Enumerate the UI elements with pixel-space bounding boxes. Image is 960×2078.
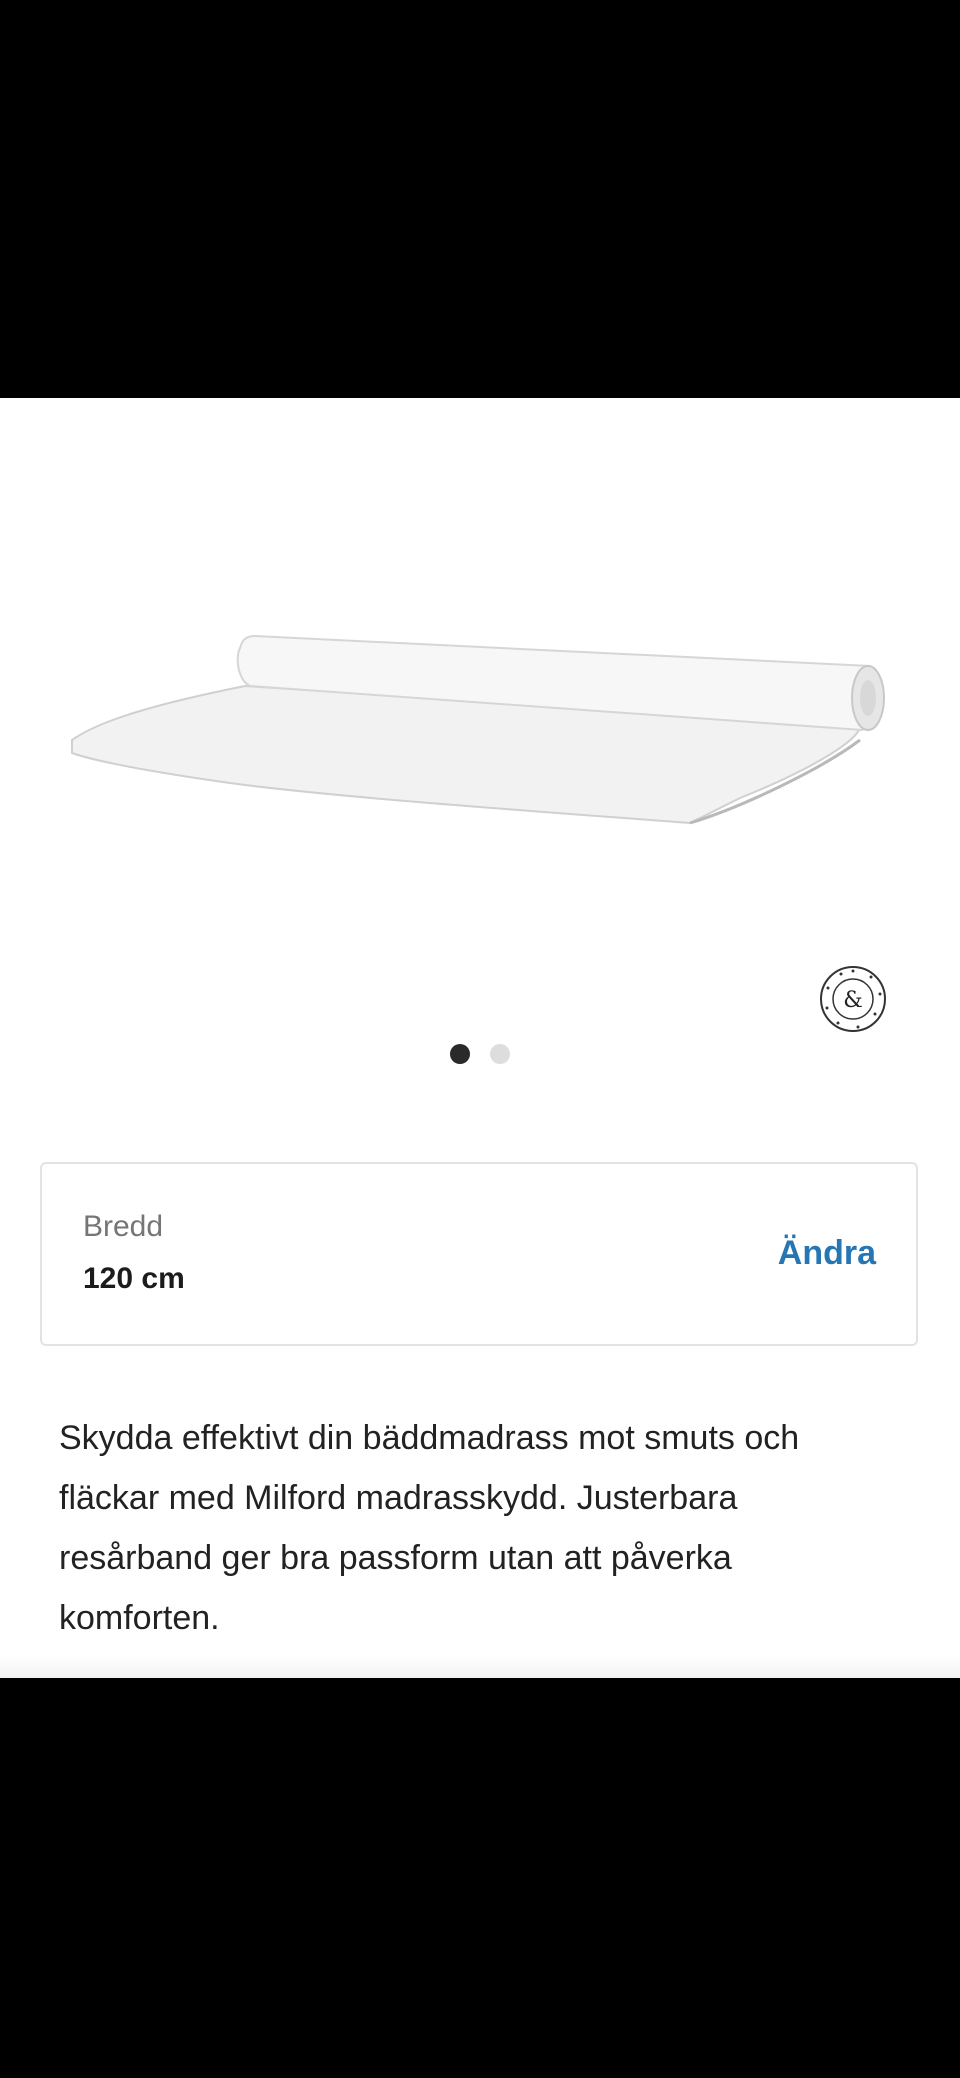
brand-seal-icon: & — [820, 966, 886, 1032]
bottom-black-area — [0, 1678, 960, 2078]
size-selector-card[interactable]: Bredd 120 cm Ändra — [40, 1162, 918, 1346]
product-image — [71, 634, 885, 825]
carousel-indicator — [0, 1041, 960, 1067]
svg-text:&: & — [843, 988, 863, 1013]
bottom-divider — [0, 1656, 960, 1678]
size-label: Bredd — [83, 1210, 164, 1243]
carousel-dot-2[interactable] — [490, 1044, 510, 1064]
size-value: 120 cm — [83, 1262, 185, 1295]
top-black-area — [0, 0, 960, 398]
product-description: Skydda effektivt din bäddmadrass mot smu… — [59, 1419, 800, 1637]
product-sheet: & Bredd 120 cm Ändra Skydda effektivt di… — [0, 398, 960, 1678]
carousel-dot-1[interactable] — [450, 1044, 470, 1064]
change-size-button[interactable]: Ändra — [778, 1234, 876, 1273]
